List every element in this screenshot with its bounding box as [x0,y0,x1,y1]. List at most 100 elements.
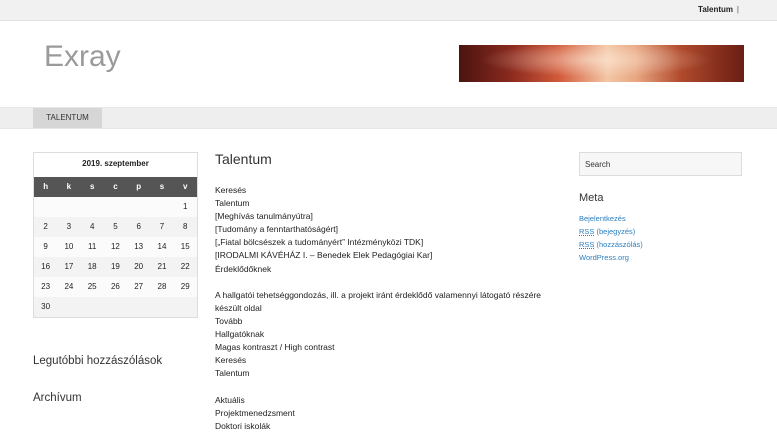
calendar-day: 15 [180,242,190,251]
post-content: Keresés Talentum [Meghívás tanulmányútra… [215,184,555,433]
calendar-day [57,197,80,217]
content-line: Keresés [215,185,247,195]
weekday-label: s [89,182,95,191]
calendar-day [34,197,57,217]
login-link[interactable]: Bejelentkezés [579,212,643,225]
rss-entries-link[interactable]: RSS (bejegyzés) [579,225,643,238]
calendar-day: 29 [180,282,190,291]
calendar-day: 3 [66,222,72,231]
rss-abbr: RSS [579,227,595,236]
calendar-day [150,297,173,317]
weekday-label: c [113,182,118,191]
content-line: készült oldal [215,302,262,313]
content-line: Doktori iskolák [215,420,271,431]
recent-comments-heading: Legutóbbi hozzászólások [33,355,163,367]
meta-heading: Meta [579,192,604,204]
calendar-day: 2 [43,222,48,231]
calendar-week-row: 1 [34,197,197,217]
content-line: Keresés [215,355,247,366]
calendar-day [127,297,150,317]
calendar-day [150,197,173,217]
topbar-talentum-link[interactable]: Talentum [698,5,733,14]
header-banner-image [459,45,744,82]
calendar-day [81,197,104,217]
nav-tab-talentum[interactable]: TALENTUM [33,108,102,128]
calendar-day [81,297,104,317]
calendar-day: 4 [89,222,95,231]
calendar-week-row: 2 3 4 5 6 7 8 [34,217,197,237]
top-bar: Talentum | [0,0,777,21]
content-line: Hallgatóknak [215,329,265,340]
calendar-day: 25 [87,282,97,291]
calendar-day: 26 [110,282,120,291]
calendar-day: 24 [64,282,74,291]
calendar-week-row: 23 24 25 26 27 28 29 [34,277,197,297]
main-navigation: TALENTUM [0,107,777,129]
calendar-body: 1 2 3 4 5 6 7 8 9 10 11 12 13 14 15 16 1… [34,197,197,317]
calendar-day: 11 [88,242,97,251]
calendar-week-row: 9 10 11 12 13 14 15 [34,237,197,257]
calendar-day: 13 [134,242,144,251]
calendar-day [57,297,80,317]
calendar-week-row: 30 [34,297,197,317]
meta-links: Bejelentkezés RSS (bejegyzés) RSS (hozzá… [579,212,643,264]
calendar-day: 30 [41,302,51,311]
weekday-label: s [159,182,165,191]
calendar-day: 1 [183,202,188,211]
calendar-day [104,297,127,317]
calendar-day: 23 [41,282,51,291]
rss-abbr: RSS [579,240,595,249]
calendar-day: 28 [157,282,167,291]
rss-comments-label: (hozzászólás) [594,240,643,249]
content-line: Magas kontraszt / High contrast [215,342,335,353]
calendar-day: 21 [157,262,167,271]
weekday-label: h [43,182,49,191]
weekday-label: k [66,182,72,191]
calendar-widget: 2019. szeptember h k s c p s v 1 2 3 4 5… [33,152,198,318]
weekday-label: v [183,182,188,191]
rss-entries-label: (bejegyzés) [594,227,636,236]
content-line: Talentum [215,198,250,209]
rss-comments-link[interactable]: RSS (hozzászólás) [579,238,643,251]
calendar-day: 9 [43,242,48,251]
calendar-day: 20 [134,262,144,271]
calendar-day: 5 [113,222,118,231]
calendar-day: 8 [183,222,188,231]
calendar-day: 17 [64,262,74,271]
calendar-day: 22 [180,262,190,271]
calendar-day [104,197,127,217]
weekday-label: p [136,182,142,191]
content-line: A hallgatói tehetséggondozás, ill. a pro… [215,289,542,300]
search-input[interactable] [579,152,742,176]
wordpress-link[interactable]: WordPress.org [579,251,643,264]
content-line: [Tudomány a fenntarthatóságért] [215,224,339,235]
site-title[interactable]: Exray [44,40,121,74]
calendar-day: 18 [87,262,97,271]
content-line: Tovább [215,315,243,326]
content-line: [Meghívás tanulmányútra] [215,211,313,222]
calendar-caption: 2019. szeptember [82,159,149,168]
archive-heading: Archívum [33,392,82,404]
calendar-day: 19 [110,262,120,271]
calendar-day: 7 [159,222,165,231]
topbar-separator: | [736,5,739,14]
calendar-day: 10 [64,242,74,251]
calendar-day: 12 [110,242,120,251]
post-title: Talentum [215,151,272,167]
calendar-day [127,197,150,217]
content-line: Projektmenedzsment [215,407,295,418]
content-line: Érdeklődőknek [215,263,272,274]
calendar-day: 16 [41,262,51,271]
calendar-weekday-header: h k s c p s v [34,177,197,197]
banner-photo [459,45,744,82]
content-line: [„Fiatal bölcsészek a tudományért” Intéz… [215,237,424,248]
calendar-day: 27 [134,282,144,291]
calendar-week-row: 16 17 18 19 20 21 22 [34,257,197,277]
content-line: Talentum [215,368,250,379]
calendar-day: 6 [136,222,141,231]
calendar-day: 14 [157,242,167,251]
content-line: Aktuális [215,394,245,405]
content-line: [IRODALMI KÁVÉHÁZ I. – Benedek Elek Peda… [215,250,433,261]
